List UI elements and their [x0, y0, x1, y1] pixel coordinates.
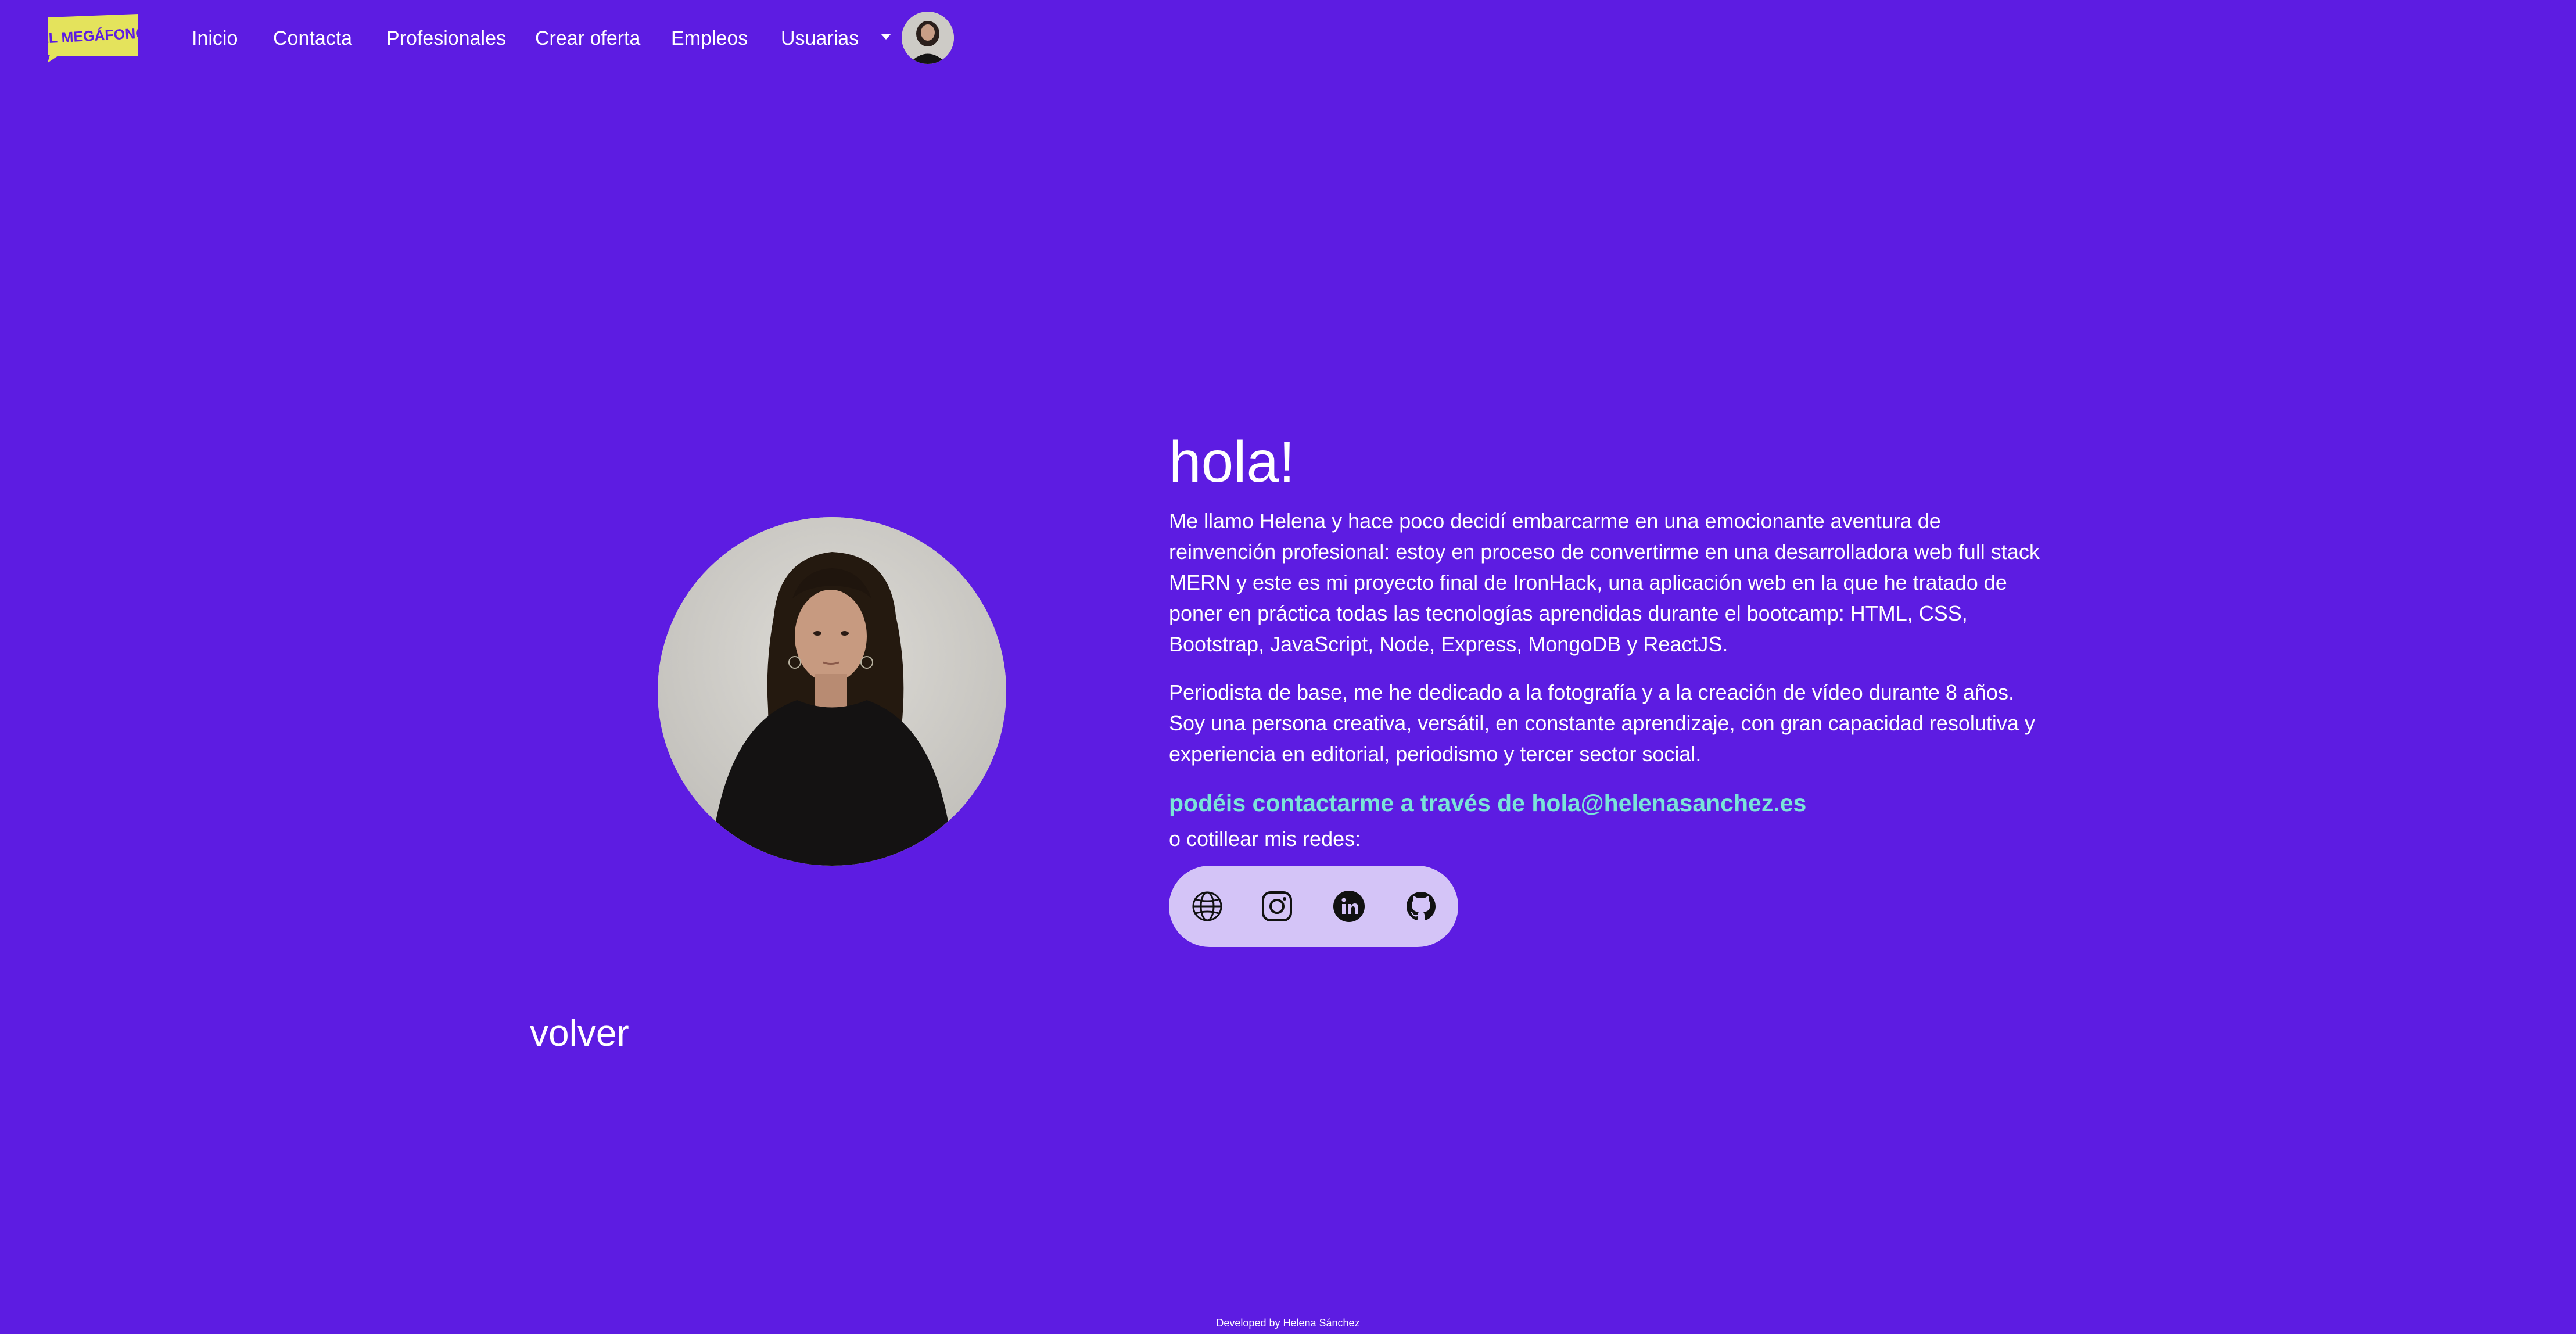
profile-photo	[658, 517, 1006, 866]
nav-link-contacta[interactable]: Contacta	[273, 24, 352, 52]
user-avatar[interactable]	[902, 12, 954, 64]
instagram-icon[interactable]	[1261, 890, 1293, 923]
nav-link-usuarias[interactable]: Usuarias	[781, 24, 859, 52]
megaphone-logo-icon: EL MEGÁFONO	[38, 14, 147, 63]
caret-down-icon[interactable]	[881, 34, 891, 40]
github-icon[interactable]	[1405, 890, 1437, 923]
nav-link-profesionales[interactable]: Profesionales	[386, 24, 506, 52]
contact-email-link[interactable]: podéis contactarme a través de hola@hele…	[1169, 787, 2040, 819]
social-label: o cotillear mis redes:	[1169, 827, 1361, 851]
footer-credit: Developed by Helena Sánchez	[1216, 1317, 1360, 1329]
bio-paragraph-2: Periodista de base, me he dedicado a la …	[1169, 680, 2035, 766]
profile-content: hola! Me llamo Helena y hace poco decidí…	[1169, 424, 2040, 947]
social-links-bar	[1169, 866, 1458, 947]
nav-link-inicio[interactable]: Inicio	[192, 24, 238, 52]
brand-logo[interactable]: EL MEGÁFONO	[38, 14, 147, 63]
greeting-heading: hola!	[1169, 429, 1295, 494]
linkedin-icon[interactable]	[1333, 890, 1365, 923]
navbar: EL MEGÁFONO Inicio Contacta Profesionale…	[0, 0, 2576, 76]
nav-link-empleos[interactable]: Empleos	[671, 24, 748, 52]
back-link[interactable]: volver	[530, 1010, 629, 1056]
nav-link-crear-oferta[interactable]: Crear oferta	[535, 24, 640, 52]
bio-paragraph-1: Me llamo Helena y hace poco decidí embar…	[1169, 509, 2040, 656]
globe-icon[interactable]	[1191, 890, 1224, 923]
